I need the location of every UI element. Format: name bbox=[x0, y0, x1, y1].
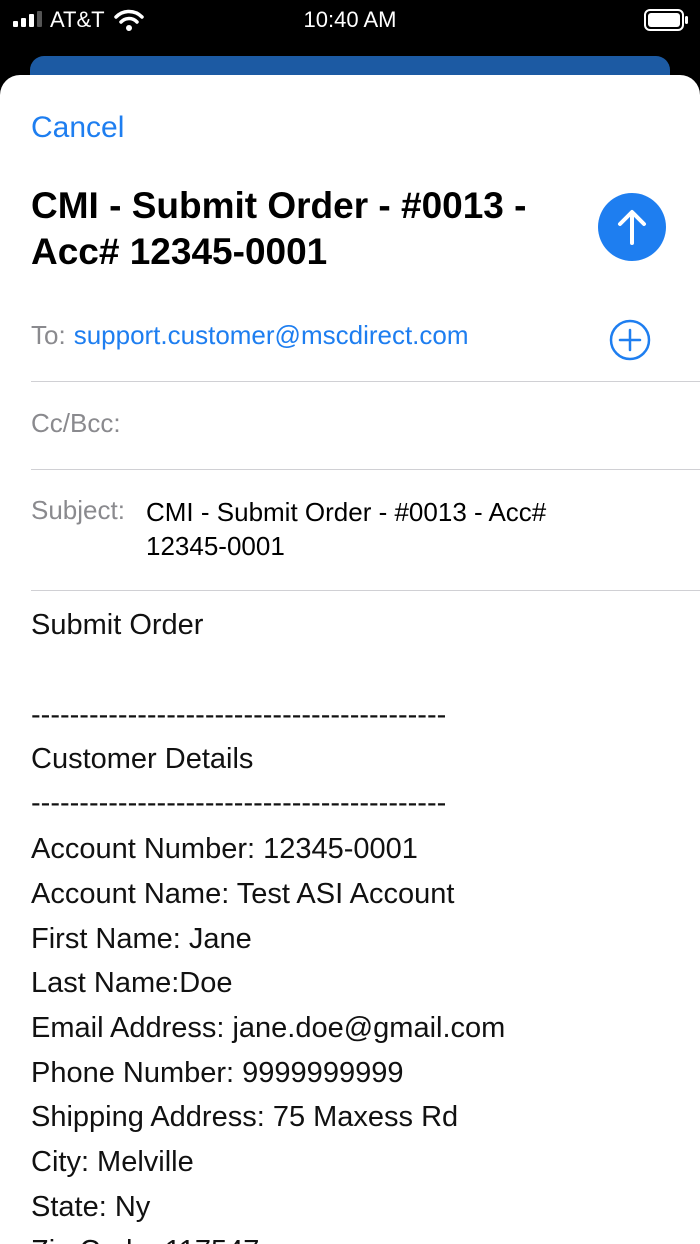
compose-title: CMI - Submit Order - #0013 - Acc# 12345-… bbox=[31, 185, 527, 272]
cc-bcc-label: Cc/Bcc: bbox=[31, 408, 121, 438]
cancel-button[interactable]: Cancel bbox=[31, 111, 124, 145]
body-line: Zip Code: 117547 bbox=[31, 1235, 259, 1244]
body-line: First Name: Jane bbox=[31, 923, 252, 955]
cc-bcc-field[interactable]: Cc/Bcc: bbox=[31, 408, 121, 439]
divider bbox=[31, 469, 700, 470]
to-field[interactable]: To: support.customer@mscdirect.com bbox=[31, 320, 469, 351]
body-line: City: Melville bbox=[31, 1146, 194, 1178]
add-recipient-icon[interactable] bbox=[608, 318, 652, 362]
body-divider: ----------------------------------------… bbox=[31, 699, 447, 731]
body-line: Email Address: jane.doe@gmail.com bbox=[31, 1012, 506, 1044]
body-line: Account Number: 12345-0001 bbox=[31, 833, 418, 865]
mail-compose-sheet: Cancel CMI - Submit Order - #0013 - Acc#… bbox=[0, 75, 700, 1244]
to-label: To: bbox=[31, 320, 66, 350]
body-line: Last Name:Doe bbox=[31, 967, 233, 999]
divider bbox=[31, 381, 700, 382]
subject-input[interactable]: CMI - Submit Order - #0013 - Acc# 12345-… bbox=[146, 495, 626, 563]
body-section-title: Customer Details bbox=[31, 743, 254, 775]
send-button[interactable] bbox=[598, 193, 666, 261]
to-recipient[interactable]: support.customer@mscdirect.com bbox=[74, 320, 469, 350]
body-line: Phone Number: 9999999999 bbox=[31, 1057, 404, 1089]
status-bar: AT&T 10:40 AM bbox=[0, 0, 700, 44]
divider bbox=[31, 590, 700, 591]
subject-label: Subject: bbox=[31, 495, 125, 525]
body-heading: Submit Order bbox=[31, 609, 204, 641]
battery-icon bbox=[644, 9, 688, 31]
body-line: Account Name: Test ASI Account bbox=[31, 878, 455, 910]
body-divider: ----------------------------------------… bbox=[31, 787, 447, 819]
body-line: State: Ny bbox=[31, 1191, 151, 1223]
body-line: Shipping Address: 75 Maxess Rd bbox=[31, 1101, 459, 1133]
arrow-up-icon bbox=[618, 210, 646, 245]
status-time: 10:40 AM bbox=[303, 7, 397, 32]
